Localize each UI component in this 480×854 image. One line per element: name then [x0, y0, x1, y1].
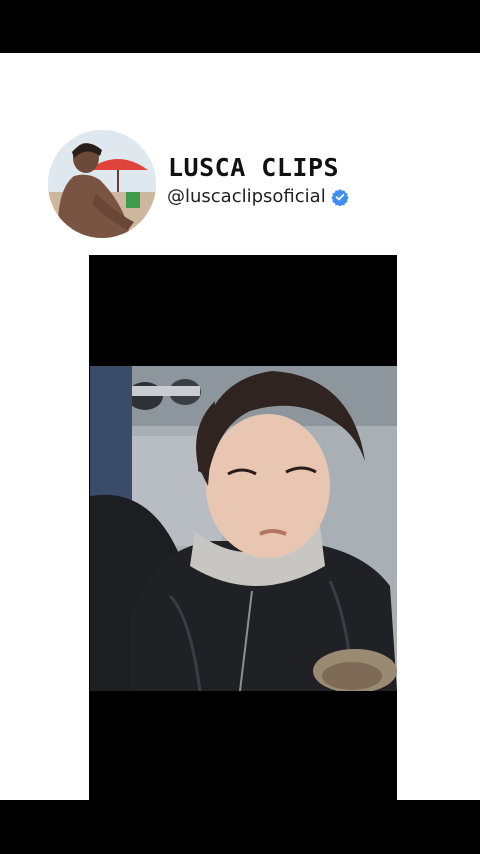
video-player[interactable] [89, 255, 397, 800]
avatar[interactable] [48, 130, 156, 238]
video-frame-image [90, 366, 397, 691]
channel-name[interactable]: LUSCA CLIPS [168, 153, 339, 182]
post-card: LUSCA CLIPS @luscaclipsoficial [0, 53, 480, 800]
verified-badge-icon [331, 188, 349, 206]
channel-handle-row[interactable]: @luscaclipsoficial [167, 186, 349, 207]
video-frame [90, 366, 397, 691]
channel-handle: @luscaclipsoficial [167, 186, 326, 207]
avatar-image [48, 130, 156, 238]
